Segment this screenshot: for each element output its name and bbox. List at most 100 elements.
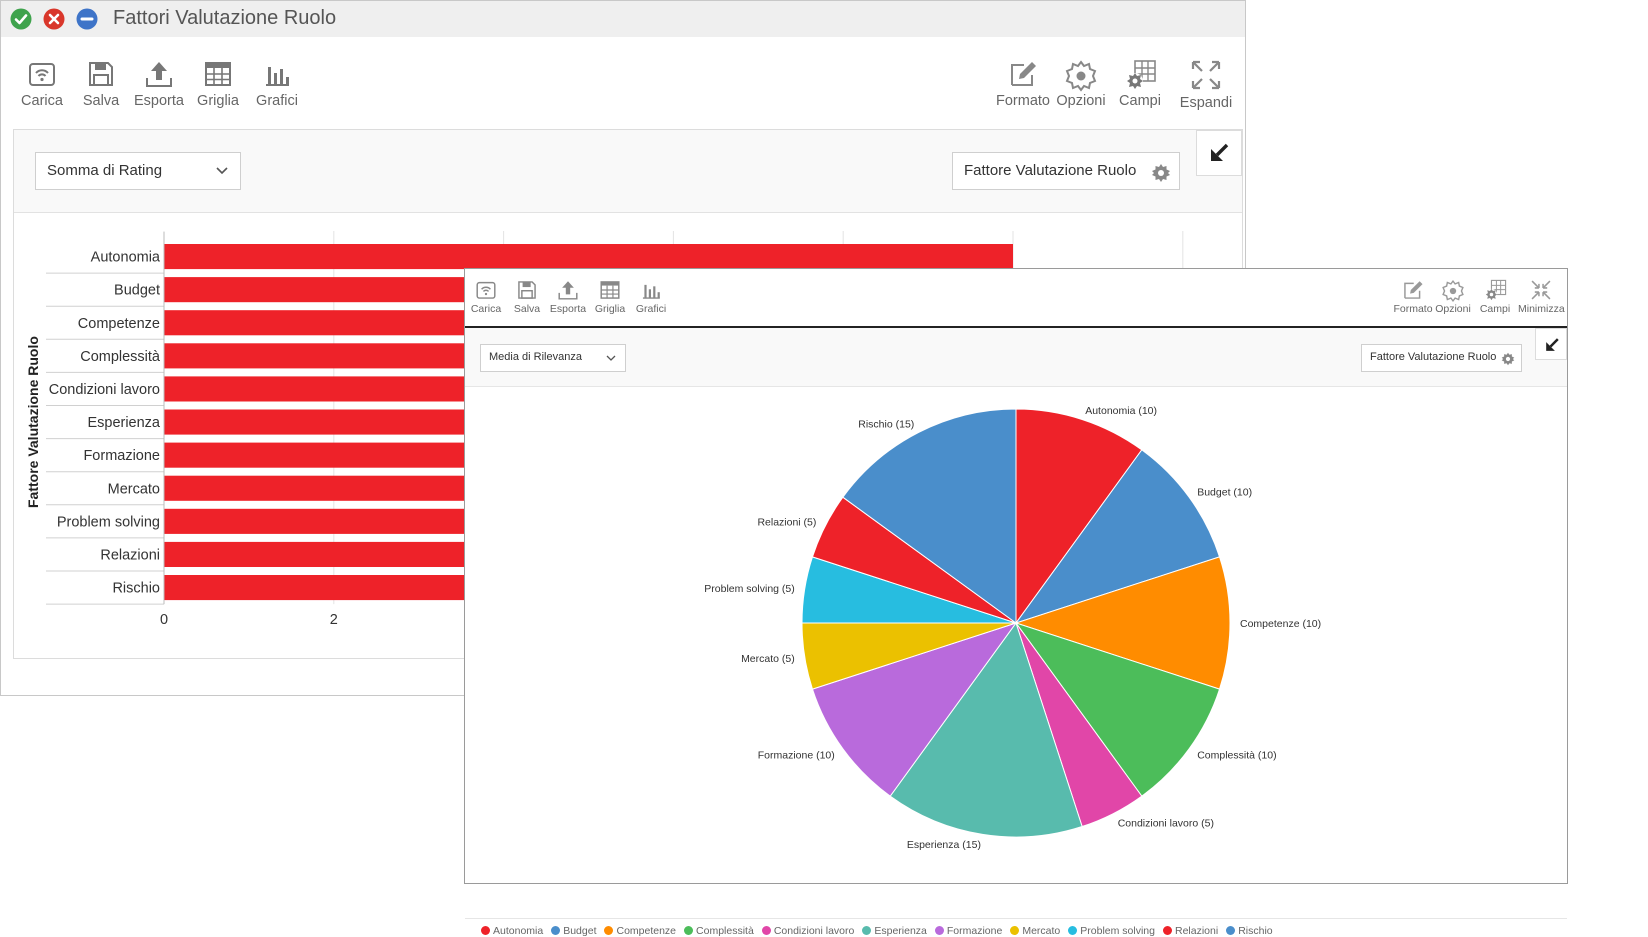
carica-button[interactable]: Carica (464, 279, 508, 315)
opzioni-button[interactable]: Opzioni (1051, 59, 1111, 109)
pencil-icon (1404, 281, 1423, 299)
legend-swatch (862, 926, 872, 935)
grafici-button[interactable]: Grafici (247, 59, 307, 109)
slice-label: Formazione (10) (758, 750, 835, 762)
x-tick-label: 2 (330, 612, 338, 628)
close-icon[interactable] (43, 8, 65, 30)
minus-icon[interactable] (76, 8, 98, 30)
gear-icon (1065, 60, 1097, 92)
salva-button[interactable]: Salva (71, 59, 131, 109)
slice-label: Competenze (10) (1240, 618, 1321, 630)
bar[interactable] (164, 244, 1013, 270)
legend-label: Rischio (1238, 925, 1273, 937)
save-icon (89, 62, 113, 86)
field-button[interactable]: Fattore Valutazione Ruolo (952, 152, 1180, 190)
legend-item[interactable]: Mercato (1010, 925, 1060, 937)
chart-legend: Autonomia Budget Competenze Complessità Cond… (481, 925, 1281, 937)
esporta-button[interactable]: Esporta (546, 279, 590, 315)
legend-swatch (934, 926, 944, 935)
grafici-button[interactable]: Grafici (629, 279, 673, 315)
category-label: Rischio (112, 581, 160, 597)
save-icon (518, 281, 536, 299)
measure-select[interactable]: Somma di Rating (35, 152, 241, 190)
legend-item[interactable]: Problem solving (1068, 925, 1155, 937)
legend-item[interactable]: Relazioni (1162, 925, 1219, 937)
legend-swatch (1162, 926, 1172, 935)
formato-button[interactable]: Formato (1391, 279, 1435, 315)
category-label: Complessità (80, 349, 161, 365)
load-icon (476, 281, 496, 299)
gear-icon (1442, 279, 1464, 303)
legend-label: Formazione (946, 925, 1003, 937)
griglia-button[interactable]: Griglia (588, 279, 632, 315)
legend-label: Autonomia (493, 925, 544, 937)
legend-label: Problem solving (1080, 925, 1155, 937)
check-icon[interactable] (10, 8, 32, 30)
carica-button[interactable]: Carica (12, 59, 72, 109)
legend-label: Complessità (696, 925, 754, 937)
collapse-button[interactable] (1535, 328, 1567, 360)
legend-item[interactable]: Esperienza (862, 925, 927, 937)
slice-label: Budget (10) (1197, 486, 1252, 498)
y-axis-label: Fattore Valutazione Ruolo (25, 336, 41, 508)
category-label: Budget (114, 283, 160, 299)
legend-item[interactable]: Formazione (934, 925, 1003, 937)
gear-icon[interactable] (1151, 163, 1171, 183)
category-label: Esperienza (87, 415, 160, 431)
legend-item[interactable]: Competenze (604, 925, 676, 937)
collapse-button[interactable] (1196, 130, 1242, 176)
export-icon (146, 62, 172, 87)
legend-divider (465, 918, 1567, 919)
gear-icon[interactable] (1501, 352, 1515, 366)
legend-item[interactable]: Rischio (1226, 925, 1273, 937)
salva-button[interactable]: Salva (505, 279, 549, 315)
legend-swatch (1226, 926, 1236, 935)
slice-label: Mercato (5) (741, 653, 795, 665)
fields-icon (1485, 279, 1507, 301)
legend-swatch (684, 926, 694, 935)
category-label: Relazioni (100, 547, 160, 563)
legend-label: Budget (563, 925, 597, 937)
category-label: Mercato (108, 481, 160, 497)
legend-swatch (1010, 926, 1020, 935)
slice-label: Esperienza (15) (907, 839, 981, 851)
measure-select[interactable]: Media di Rilevanza (480, 344, 626, 372)
category-label: Autonomia (91, 250, 161, 266)
category-label: Condizioni lavoro (49, 382, 160, 398)
formato-button[interactable]: Formato (993, 59, 1053, 109)
minimizza-button[interactable]: Minimizza (1518, 279, 1565, 315)
legend-swatch (551, 926, 561, 935)
popup-window: Carica Salva Esporta Griglia Grafici For… (464, 268, 1568, 937)
category-label: Competenze (78, 316, 160, 332)
bar-chart-icon (642, 284, 660, 299)
legend-item[interactable]: Complessità (684, 925, 754, 937)
legend-item[interactable]: Budget (551, 925, 596, 937)
esporta-button[interactable]: Esporta (129, 59, 189, 109)
slice-label: Complessità (10) (1197, 750, 1276, 762)
x-tick-label: 0 (160, 612, 168, 628)
legend-label: Competenze (616, 925, 677, 937)
opzioni-button[interactable]: Opzioni (1431, 279, 1475, 315)
legend-item[interactable]: Autonomia (481, 925, 543, 937)
slice-label: Rischio (15) (858, 418, 914, 430)
legend-swatch (481, 926, 490, 935)
export-icon (558, 281, 578, 300)
legend-label: Relazioni (1174, 925, 1219, 937)
field-button[interactable]: Fattore Valutazione Ruolo (1361, 344, 1522, 372)
pencil-icon (1011, 62, 1036, 86)
slice-label: Condizioni lavoro (5) (1118, 818, 1214, 830)
title-bar: Fattori Valutazione Ruolo (1, 1, 1245, 37)
expand-icon (1191, 60, 1221, 90)
legend-item[interactable]: Condizioni lavoro (761, 925, 854, 937)
grid-icon (600, 281, 620, 299)
campi-button[interactable]: Campi (1110, 59, 1170, 109)
grid-icon (205, 62, 231, 86)
fields-icon (1127, 60, 1156, 89)
espandi-button[interactable]: Espandi (1176, 59, 1236, 111)
legend-label: Mercato (1022, 925, 1061, 937)
griglia-button[interactable]: Griglia (188, 59, 248, 109)
legend-label: Esperienza (874, 925, 927, 937)
campi-button[interactable]: Campi (1473, 279, 1517, 315)
slice-label: Relazioni (5) (757, 516, 816, 528)
bar-chart-icon (266, 67, 289, 86)
